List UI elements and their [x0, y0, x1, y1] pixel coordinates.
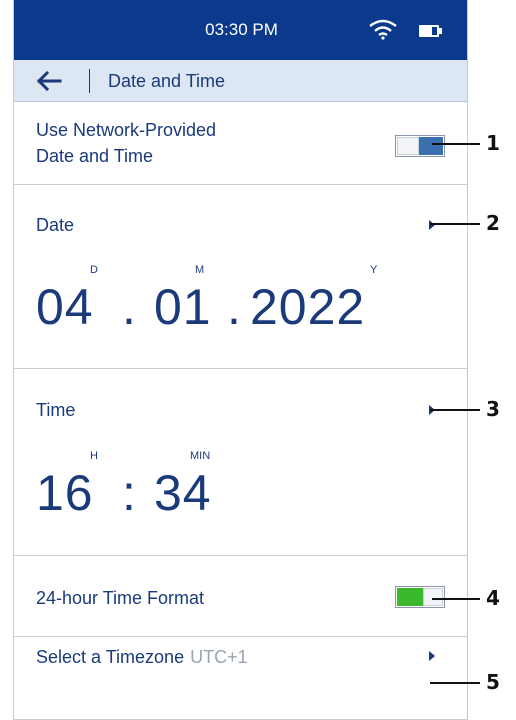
device-screen: 03:30 PM Date and Time Use Network-Provi…	[13, 0, 468, 720]
network-time-label-line1: Use Network-Provided	[36, 120, 217, 140]
chevron-right-icon[interactable]	[429, 651, 435, 661]
arrow-left-icon[interactable]	[34, 69, 64, 93]
day-value: 04	[36, 279, 94, 335]
status-bar: 03:30 PM	[14, 0, 467, 60]
date-separator: .	[122, 279, 137, 335]
month-value: 01	[154, 279, 212, 335]
time-row[interactable]: Time H MIN 16 : 34	[14, 370, 467, 556]
callout-number: 1	[486, 131, 500, 155]
year-caption: Y	[370, 264, 378, 276]
title-divider	[89, 69, 90, 93]
title-bar: Date and Time	[14, 60, 467, 102]
toggle-fill	[419, 137, 443, 155]
callout-number: 3	[486, 397, 500, 421]
callout-number: 4	[486, 586, 500, 610]
month-caption: M	[195, 264, 205, 276]
status-time: 03:30 PM	[205, 20, 278, 39]
callout-line	[430, 223, 480, 225]
time-format-toggle[interactable]	[395, 586, 445, 608]
callout-number: 2	[486, 211, 500, 235]
year-value: 2022	[250, 279, 366, 335]
battery-tip	[439, 28, 442, 34]
battery-charge-mark	[432, 27, 437, 35]
timezone-label: Select a Timezone	[36, 647, 185, 667]
minute-value: 34	[154, 465, 212, 521]
toggle-fill	[397, 588, 423, 606]
network-time-row[interactable]: Use Network-Provided Date and Time	[14, 103, 467, 185]
callout-line	[432, 598, 480, 600]
network-time-label: Use Network-Provided Date and Time	[36, 117, 216, 169]
callout-line	[430, 682, 480, 684]
network-time-label-line2: Date and Time	[36, 146, 154, 166]
timezone-label-wrap: Select a Timezone UTC+1	[36, 644, 248, 670]
minute-caption: MIN	[190, 450, 211, 462]
callout-line	[430, 409, 480, 411]
toggle-knob	[397, 137, 419, 155]
date-row[interactable]: Date D M Y 04 . 01 . 2022	[14, 186, 467, 369]
time-format-row[interactable]: 24-hour Time Format	[14, 557, 467, 637]
page-title: Date and Time	[108, 71, 226, 91]
time-separator: :	[122, 465, 137, 521]
date-separator: .	[227, 279, 242, 335]
time-label: Time	[36, 400, 76, 420]
timezone-value: UTC+1	[190, 647, 248, 667]
day-caption: D	[90, 264, 98, 276]
date-label: Date	[36, 215, 75, 235]
hour-caption: H	[90, 450, 98, 462]
chevron-right-icon[interactable]	[429, 220, 435, 230]
time-format-label: 24-hour Time Format	[36, 588, 205, 608]
network-time-toggle[interactable]	[395, 135, 445, 157]
toggle-knob	[423, 588, 443, 606]
timezone-row[interactable]: Select a Timezone UTC+1	[14, 638, 467, 720]
callout-line	[432, 143, 480, 145]
callout-number: 5	[486, 670, 500, 694]
hour-value: 16	[36, 465, 94, 521]
wifi-icon	[369, 19, 397, 40]
